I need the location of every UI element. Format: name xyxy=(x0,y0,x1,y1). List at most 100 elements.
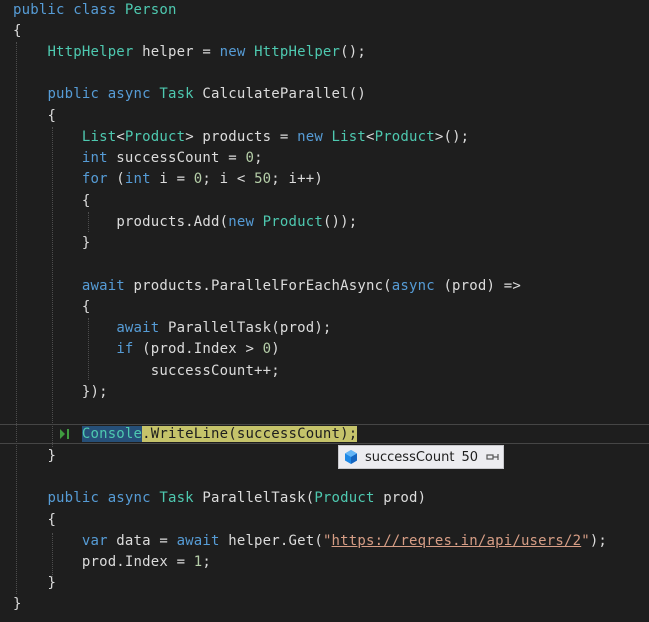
code-text: i = xyxy=(150,171,194,187)
keyword: if xyxy=(116,341,134,357)
code-line-8[interactable]: for (int i = 0; i < 50; i++) xyxy=(13,169,323,190)
type-name: Product xyxy=(374,129,435,145)
code-text: products.Add( xyxy=(116,214,229,230)
code-text: ; xyxy=(202,554,212,570)
code-line-14[interactable]: await ParallelTask(prod); xyxy=(13,318,332,339)
code-line-22[interactable]: var data = await helper.Get("https://req… xyxy=(13,531,607,552)
current-statement: .WriteLine(successCount); xyxy=(142,426,358,442)
brace: } xyxy=(13,596,22,612)
type-name: Product xyxy=(314,490,375,506)
pin-icon[interactable] xyxy=(486,450,500,464)
keyword: await xyxy=(176,533,220,549)
string-literal: " xyxy=(581,533,590,549)
brace: } xyxy=(81,235,91,251)
brace: } xyxy=(47,575,57,591)
brace: { xyxy=(81,193,91,209)
code-text: >(); xyxy=(434,129,470,145)
type-name: Task xyxy=(159,490,194,506)
keyword: async xyxy=(391,278,435,294)
code-line-21[interactable]: { xyxy=(13,510,56,531)
brace: { xyxy=(81,299,91,315)
keyword: public xyxy=(47,490,100,506)
code-line-12[interactable]: await products.ParallelForEachAsync(asyn… xyxy=(13,276,521,297)
code-text: (prod.Index > xyxy=(133,341,263,357)
keyword: async xyxy=(107,490,151,506)
selected-class-name: Console xyxy=(81,426,143,442)
datatip-value[interactable]: 50 xyxy=(461,450,478,465)
code-text: ( xyxy=(107,171,125,187)
code-text: > products = xyxy=(185,129,298,145)
code-line-24[interactable]: } xyxy=(13,573,56,594)
brace: } xyxy=(47,448,57,464)
number-literal: 0 xyxy=(245,150,255,166)
keyword: class xyxy=(73,2,117,18)
code-text: products.ParallelForEachAsync( xyxy=(124,278,392,294)
keyword: int xyxy=(124,171,151,187)
type-name: Product xyxy=(124,129,186,145)
type-name: List xyxy=(81,129,117,145)
string-literal: " xyxy=(322,533,332,549)
code-text: ; xyxy=(254,150,263,166)
keyword: var xyxy=(81,533,108,549)
code-line-7[interactable]: int successCount = 0; xyxy=(13,148,263,169)
keyword: new xyxy=(297,129,323,145)
code-text: successCount++; xyxy=(150,363,280,379)
code-text: CalculateParallel() xyxy=(193,86,366,102)
code-text: < xyxy=(116,129,125,145)
type-name: HttpHelper xyxy=(254,44,341,60)
keyword: public xyxy=(47,86,100,102)
code-text: ParallelTask(prod); xyxy=(159,320,332,336)
code-line-23[interactable]: prod.Index = 1; xyxy=(13,552,211,573)
keyword: int xyxy=(81,150,108,166)
code-text: ; i++) xyxy=(271,171,323,187)
code-editor[interactable]: public class Person { HttpHelper helper … xyxy=(0,0,649,622)
code-line-10[interactable]: products.Add(new Product()); xyxy=(13,212,357,233)
code-line-13[interactable]: { xyxy=(13,297,90,318)
code-line-17[interactable]: }); xyxy=(13,382,108,403)
brace: { xyxy=(47,512,57,528)
code-line-1[interactable]: public class Person xyxy=(13,0,177,21)
code-text: ; i < xyxy=(202,171,255,187)
code-line-25[interactable]: } xyxy=(13,594,22,615)
code-line-16[interactable]: successCount++; xyxy=(13,361,280,382)
datatip[interactable]: successCount 50 xyxy=(338,445,504,469)
type-name: Product xyxy=(262,214,323,230)
number-literal: 0 xyxy=(262,341,272,357)
url-link[interactable]: https://reqres.in/api/users/2 xyxy=(332,533,582,549)
keyword: new xyxy=(228,214,255,230)
code-line-4[interactable]: public async Task CalculateParallel() xyxy=(13,84,366,105)
keyword: await xyxy=(81,278,125,294)
code-text: prod.Index = xyxy=(81,554,194,570)
code-text: prod) xyxy=(374,490,427,506)
code-text: ); xyxy=(589,533,608,549)
code-line-6[interactable]: List<Product> products = new List<Produc… xyxy=(13,127,469,148)
type-name: List xyxy=(331,129,366,145)
code-text: (prod) => xyxy=(434,278,521,294)
code-line-3[interactable]: HttpHelper helper = new HttpHelper(); xyxy=(13,42,366,63)
code-line-19[interactable]: } xyxy=(13,446,56,467)
keyword: async xyxy=(107,86,151,102)
code-text: ParallelTask( xyxy=(193,490,315,506)
code-line-11[interactable]: } xyxy=(13,233,90,254)
code-line-20[interactable]: public async Task ParallelTask(Product p… xyxy=(13,488,426,509)
type-name: Task xyxy=(159,86,194,102)
code-line-2[interactable]: { xyxy=(13,21,22,42)
keyword: new xyxy=(219,44,246,60)
code-text: ()); xyxy=(322,214,358,230)
code-text: helper.Get( xyxy=(219,533,323,549)
code-text: (); xyxy=(340,44,366,60)
keyword: for xyxy=(81,171,108,187)
code-line-5[interactable]: { xyxy=(13,106,56,127)
code-line-15[interactable]: if (prod.Index > 0) xyxy=(13,339,280,360)
brace: { xyxy=(47,108,57,124)
keyword: public xyxy=(13,2,65,18)
variable-cube-icon xyxy=(345,450,357,464)
datatip-variable-name: successCount xyxy=(365,449,455,465)
code-line-18[interactable]: Console.WriteLine(successCount); xyxy=(13,424,358,445)
code-line-9[interactable]: { xyxy=(13,191,90,212)
code-text: data = xyxy=(107,533,177,549)
code-text: helper = xyxy=(133,44,220,60)
type-name: HttpHelper xyxy=(47,44,134,60)
keyword: await xyxy=(116,320,160,336)
